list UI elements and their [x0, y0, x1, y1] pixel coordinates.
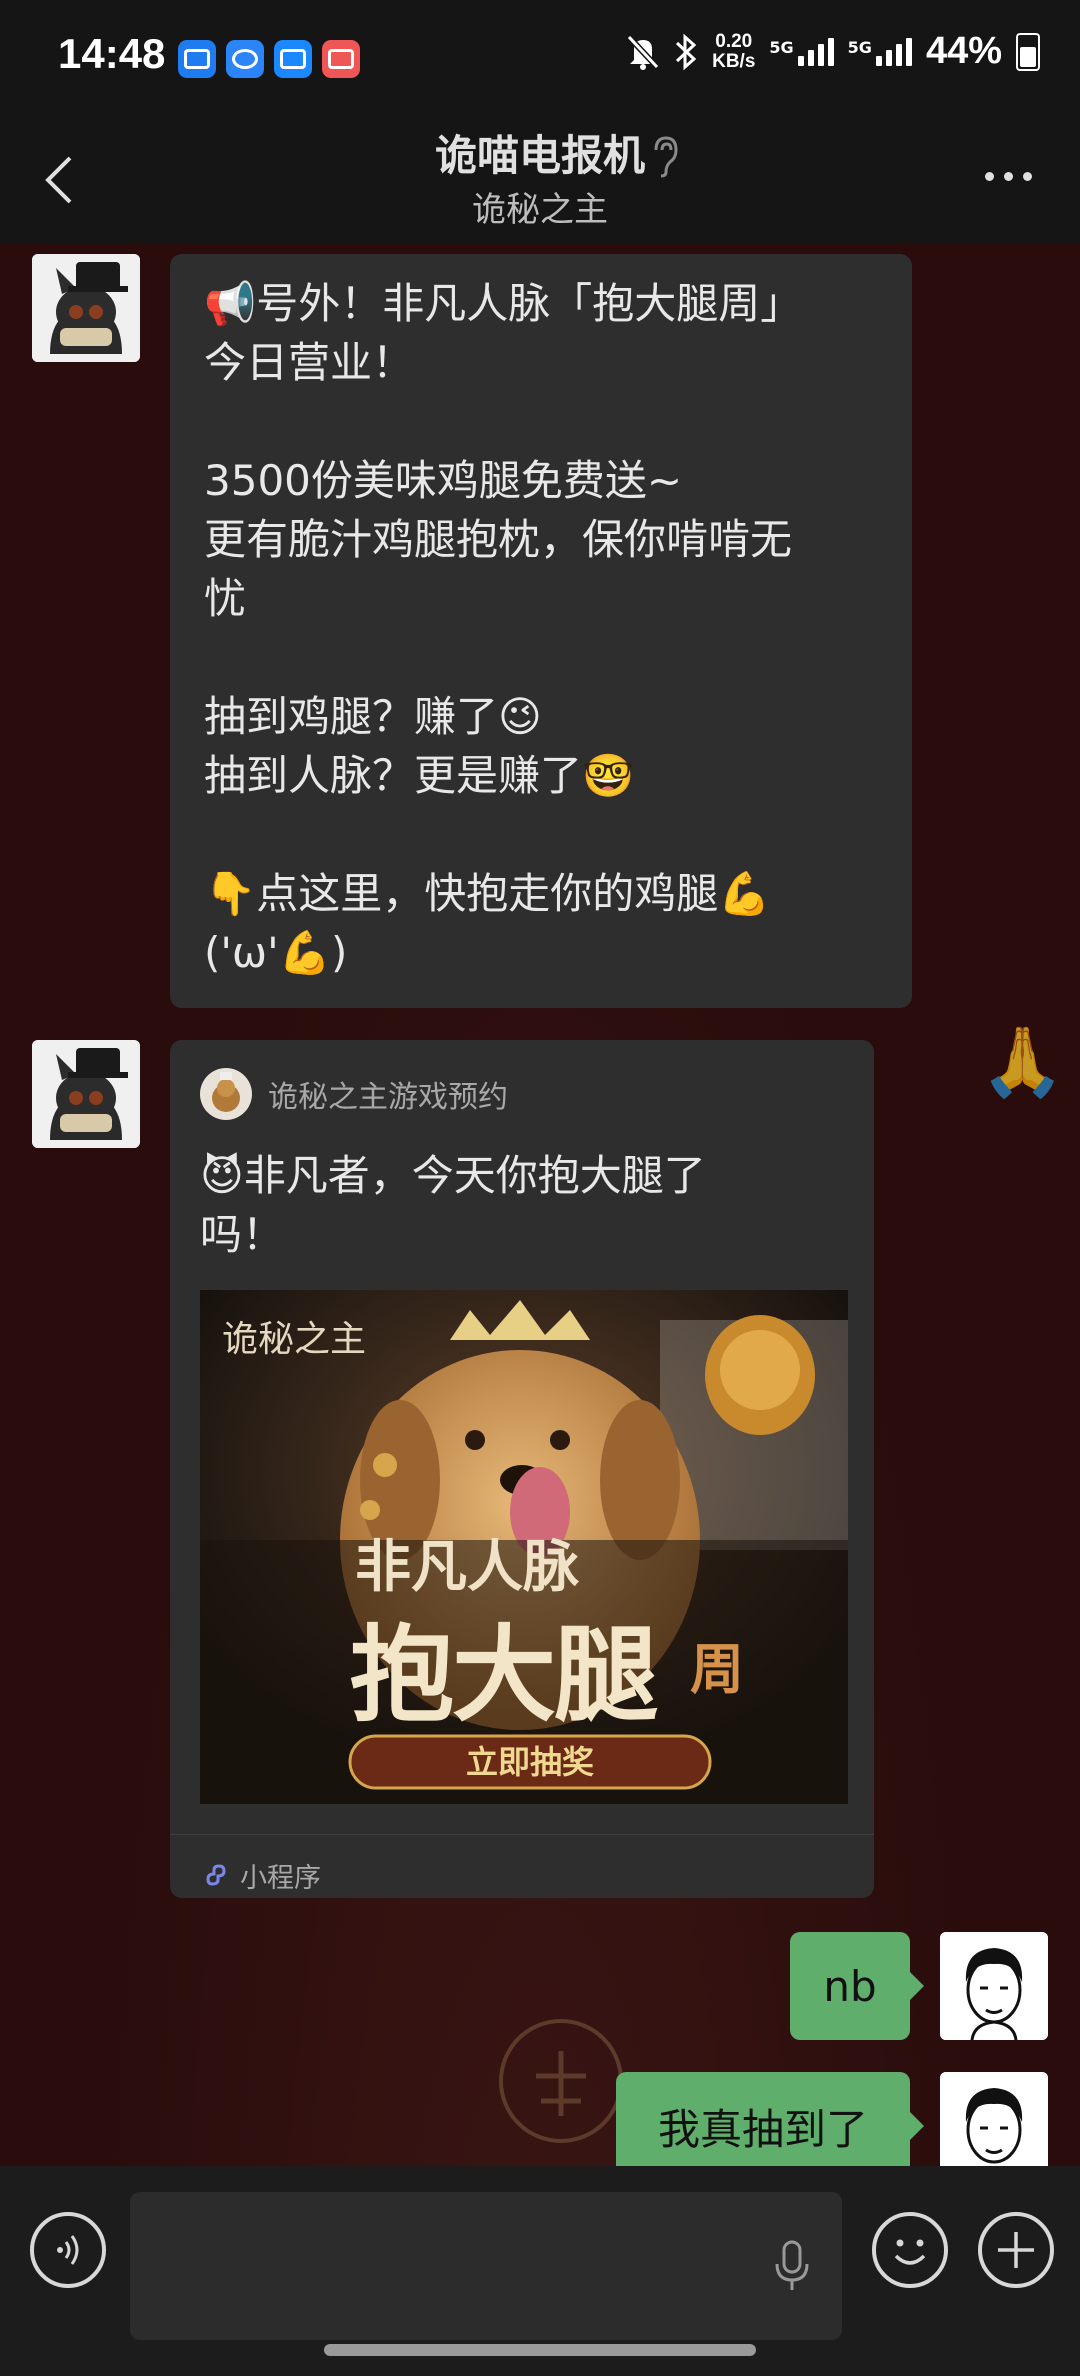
mic-icon[interactable] — [772, 2238, 812, 2294]
chat-header: 诡喵电报机 诡秘之主 — [0, 112, 1080, 244]
chat-area[interactable]: 🙏 📢号外！非凡人脉「抱大腿周」 今日营业！ 3500份美味鸡腿免费送~ 更有脆… — [0, 244, 1080, 2166]
mini-program-footer: 小程序 — [204, 1856, 321, 1895]
app-notification-icon — [178, 40, 216, 78]
message-input[interactable] — [130, 2192, 842, 2340]
user-avatar-icon — [940, 2072, 1048, 2166]
user-avatar-icon — [940, 1932, 1048, 2040]
banner-logo-text: 诡秘之主 — [222, 1319, 367, 1360]
avatar[interactable] — [32, 254, 140, 362]
status-bar: 14:48 0.20 KB/s 5G 5G 44% — [0, 0, 1080, 112]
mini-program-banner[interactable]: 诡秘之主 非凡人脉 抱大腿 周 立即抽奖 — [200, 1290, 848, 1804]
status-time: 14:48 — [58, 30, 166, 77]
banner-draw-button[interactable]: 立即抽奖 — [350, 1736, 710, 1788]
more-icon[interactable] — [985, 172, 1032, 181]
voice-icon — [57, 2235, 79, 2265]
emoji-icon — [894, 2239, 926, 2265]
ear-icon — [654, 136, 678, 178]
signal-strength-1: 5G — [769, 37, 834, 66]
calendar-notification-icon — [322, 40, 360, 78]
more-actions-button[interactable] — [978, 2212, 1054, 2288]
background-seal-icon — [499, 2019, 623, 2143]
divider — [170, 1834, 874, 1835]
mini-program-title: 😈非凡者，今天你抱大腿了吗！ — [200, 1151, 706, 1259]
mini-program-card[interactable]: 诡秘之主游戏预约 😈非凡者，今天你抱大腿了吗！ 诡秘之主 非凡人脉 抱大腿 周 … — [170, 1040, 874, 1898]
outgoing-message[interactable]: nb — [790, 1932, 924, 2040]
mini-program-icon — [206, 1863, 226, 1886]
mini-program-name: 诡秘之主游戏预约 — [268, 1080, 508, 1115]
plus-icon — [998, 2232, 1034, 2268]
background-decoration: 🙏 — [980, 1022, 1065, 1102]
battery-icon — [1016, 32, 1040, 71]
mini-program-logo — [200, 1068, 252, 1120]
signal-strength-2: 5G — [848, 37, 912, 66]
chat-title: 诡喵电报机 — [434, 131, 645, 180]
avatar[interactable] — [32, 1040, 140, 1148]
emoji-button[interactable] — [872, 2212, 948, 2288]
network-speed: 0.20 KB/s — [712, 30, 756, 72]
message-notification-icon — [274, 40, 312, 78]
message-text: 📢号外！非凡人脉「抱大腿周」 今日营业！ 3500份美味鸡腿免费送~ 更有脆汁鸡… — [204, 279, 803, 977]
banner-heading-2: 抱大腿 — [350, 1613, 658, 1736]
mini-program-source: 诡秘之主游戏预约 — [200, 1068, 508, 1120]
banner-badge: 周 — [690, 1637, 744, 1701]
avatar[interactable] — [940, 2072, 1048, 2166]
battery-percent: 44% — [925, 30, 1002, 72]
outgoing-message[interactable]: 我真抽到了 — [616, 2072, 924, 2166]
chat-notification-icon — [226, 40, 264, 78]
mini-program-label: 小程序 — [240, 1863, 321, 1894]
home-indicator[interactable] — [324, 2344, 756, 2356]
cat-avatar-icon — [32, 1040, 140, 1148]
avatar[interactable] — [940, 1932, 1048, 2040]
voice-toggle-button[interactable] — [30, 2212, 106, 2288]
message-bubble[interactable]: 📢号外！非凡人脉「抱大腿周」 今日营业！ 3500份美味鸡腿免费送~ 更有脆汁鸡… — [170, 254, 912, 1008]
bluetooth-icon — [676, 33, 697, 70]
chat-subtitle: 诡秘之主 — [472, 190, 608, 230]
mute-icon — [626, 34, 660, 70]
cat-avatar-icon — [32, 254, 140, 362]
